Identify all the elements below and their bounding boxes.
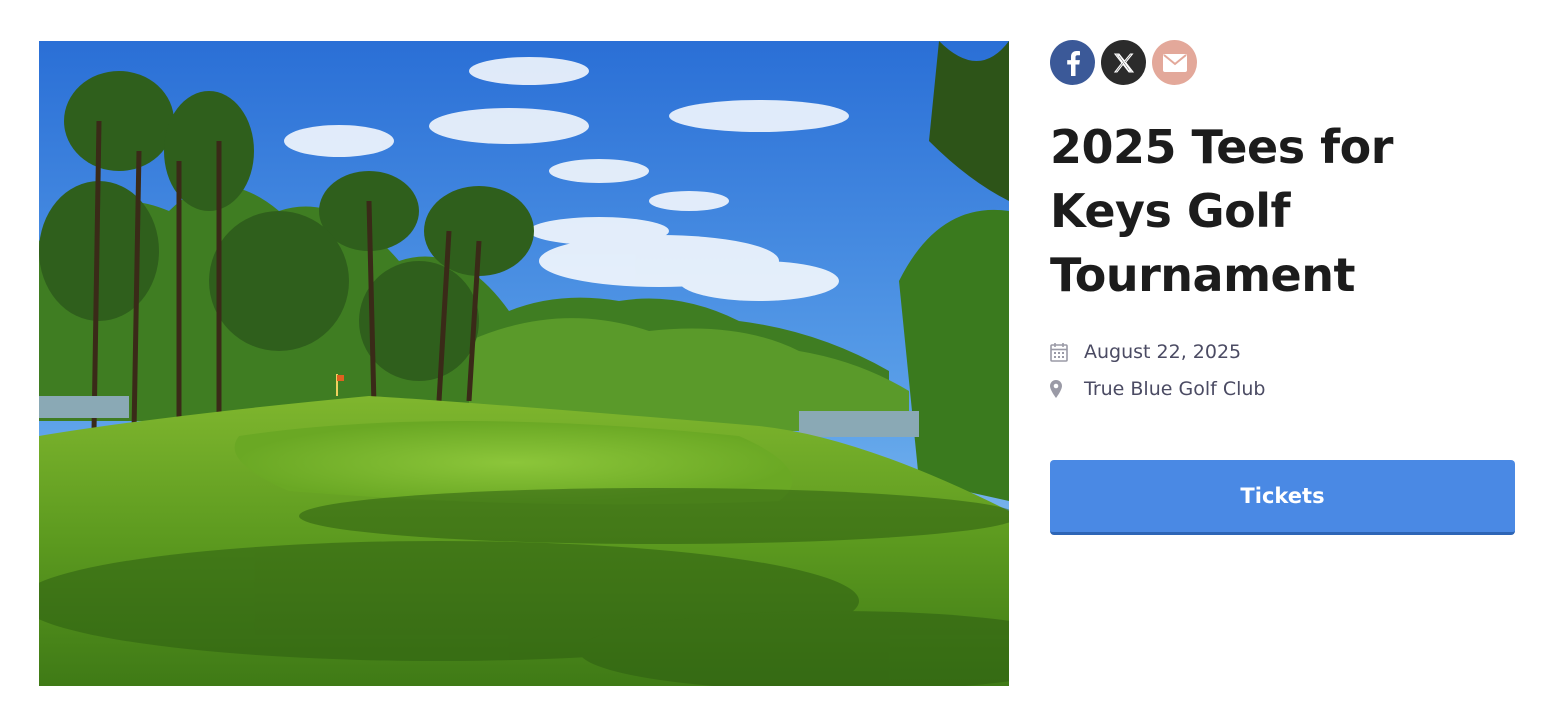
event-title: 2025 Tees for Keys Golf Tournament xyxy=(1050,120,1393,302)
tickets-button[interactable]: Tickets xyxy=(1050,460,1515,535)
share-x-button[interactable] xyxy=(1101,40,1146,85)
event-date-row: August 22, 2025 xyxy=(1050,333,1515,370)
event-details-panel: 2025 Tees for Keys Golf Tournament Augus… xyxy=(1050,40,1515,535)
map-pin-icon xyxy=(1050,379,1084,398)
event-location-row: True Blue Golf Club xyxy=(1050,370,1515,407)
share-buttons xyxy=(1050,40,1515,85)
facebook-icon xyxy=(1064,50,1082,76)
event-location: True Blue Golf Club xyxy=(1084,377,1266,400)
golf-course-image xyxy=(39,41,1009,686)
envelope-icon xyxy=(1162,53,1187,72)
event-meta: August 22, 2025 True Blue Golf Club xyxy=(1050,333,1515,407)
calendar-icon xyxy=(1050,342,1084,362)
x-icon xyxy=(1113,52,1135,74)
share-email-button[interactable] xyxy=(1152,40,1197,85)
event-photo xyxy=(39,41,1009,686)
share-facebook-button[interactable] xyxy=(1050,40,1095,85)
event-date: August 22, 2025 xyxy=(1084,340,1242,363)
